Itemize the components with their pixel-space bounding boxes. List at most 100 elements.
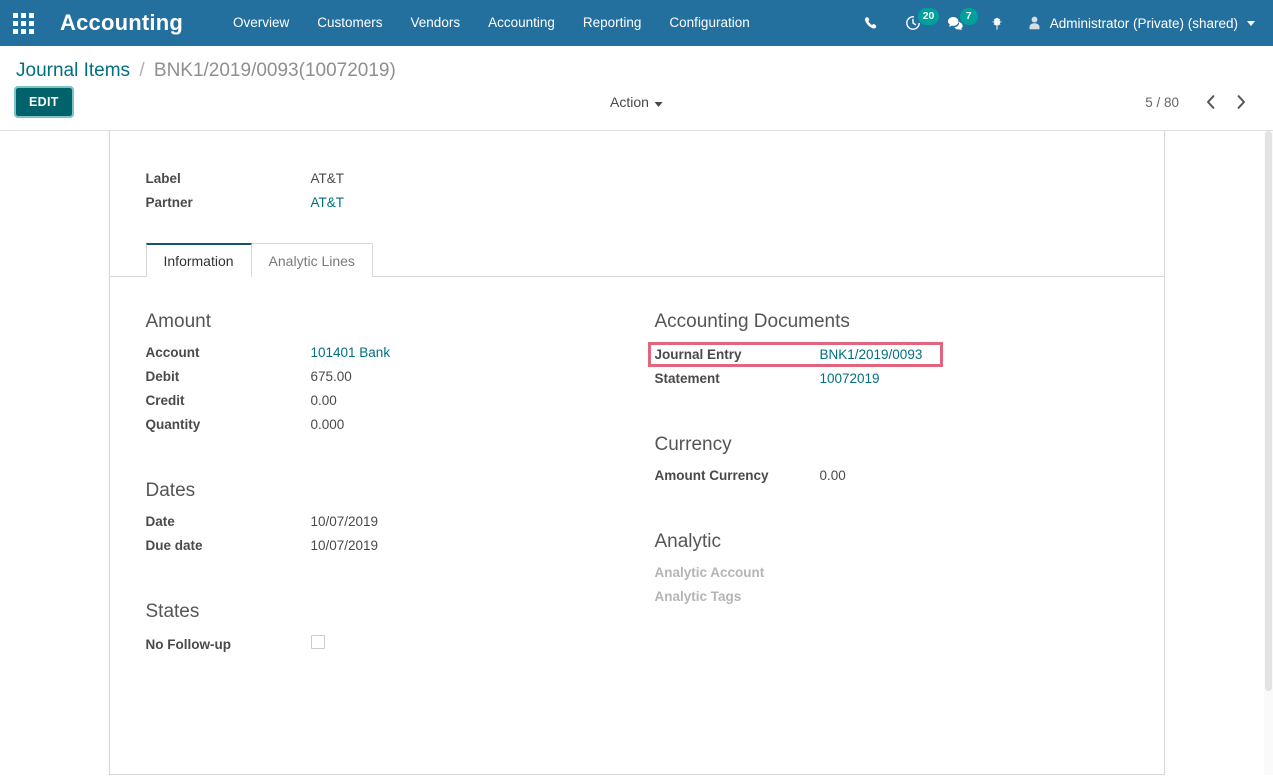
phone-button[interactable] [851, 0, 892, 46]
user-menu-button[interactable]: Administrator (Private) (shared) [1017, 0, 1263, 46]
date-field-label: Date [145, 514, 175, 529]
journal-entry-field-value[interactable]: BNK1/2019/0093 [820, 347, 923, 362]
group-accounting-documents: Accounting Documents Journal Entry BNK1/… [647, 311, 1108, 386]
breadcrumb-journal-items[interactable]: Journal Items [16, 60, 130, 81]
date-field-value: 10/07/2019 [310, 514, 379, 529]
menu-item-customers[interactable]: Customers [303, 0, 396, 46]
analytic-tags-field-label: Analytic Tags [654, 589, 742, 604]
group-title-states: States [145, 601, 200, 622]
due-date-field-label: Due date [145, 538, 203, 553]
group-title-amount: Amount [145, 311, 211, 332]
account-field-value[interactable]: 101401 Bank [311, 345, 391, 360]
pager-counter: 5 / 80 [1145, 94, 1179, 110]
menu-item-accounting[interactable]: Accounting [474, 0, 569, 46]
field-row-no-followup: No Follow-up [146, 635, 617, 652]
group-currency: Currency Amount Currency 0.00 [655, 434, 1108, 483]
statement-field-value[interactable]: 10072019 [820, 371, 880, 386]
field-row-journal-entry-highlighted: Journal Entry BNK1/2019/0093 [647, 342, 943, 367]
apps-grid-icon [12, 12, 34, 34]
top-navbar: Accounting Overview Customers Vendors Ac… [0, 0, 1273, 46]
action-dropdown-button[interactable]: Action [610, 94, 663, 110]
credit-field-label: Credit [145, 393, 185, 408]
account-field-label: Account [145, 345, 200, 360]
partner-field-label: Partner [145, 195, 193, 210]
menu-item-overview[interactable]: Overview [219, 0, 303, 46]
navbar-right-group: 20 7 Administrator (Private) (shared) [851, 0, 1273, 46]
field-row-analytic-account: Analytic Account [655, 565, 1108, 580]
menu-item-vendors[interactable]: Vendors [397, 0, 475, 46]
chevron-left-icon [1207, 95, 1215, 109]
left-column: Amount Account 101401 Bank Debit 675.00 … [146, 311, 637, 700]
no-followup-field-label: No Follow-up [145, 637, 231, 652]
field-row-due-date: Due date 10/07/2019 [146, 538, 617, 553]
control-panel-buttons: EDIT Action 5 / 80 [14, 86, 1257, 130]
vertical-scrollbar-thumb[interactable] [1265, 131, 1272, 691]
menu-item-reporting[interactable]: Reporting [569, 0, 656, 46]
main-menu: Overview Customers Vendors Accounting Re… [219, 0, 764, 46]
avatar-icon [1029, 16, 1040, 30]
due-date-field-value: 10/07/2019 [310, 538, 379, 553]
tab-analytic-lines[interactable]: Analytic Lines [250, 243, 373, 277]
credit-field-value: 0.00 [310, 393, 337, 408]
debit-field-label: Debit [145, 369, 180, 384]
pager-previous-button[interactable] [1195, 94, 1226, 110]
message-count-badge: 7 [959, 8, 978, 25]
menu-item-configuration[interactable]: Configuration [655, 0, 763, 46]
journal-entry-field-label: Journal Entry [654, 347, 742, 362]
action-dropdown-label: Action [610, 94, 649, 110]
pager-next-button[interactable] [1226, 94, 1257, 110]
field-row-partner: Partner AT&T [146, 195, 1128, 210]
bug-icon [992, 17, 1002, 30]
amount-currency-field-value: 0.00 [819, 468, 846, 483]
field-row-quantity: Quantity 0.000 [146, 417, 617, 432]
quantity-field-value: 0.000 [310, 417, 345, 432]
label-field-label: Label [145, 171, 181, 186]
group-states: States No Follow-up [146, 601, 617, 652]
partner-field-value[interactable]: AT&T [311, 195, 345, 210]
chevron-right-icon [1237, 95, 1245, 109]
label-field-value: AT&T [310, 171, 345, 186]
messaging-menu-button[interactable]: 7 [934, 0, 978, 46]
field-row-credit: Credit 0.00 [146, 393, 617, 408]
field-row-analytic-tags: Analytic Tags [655, 589, 1108, 604]
field-row-debit: Debit 675.00 [146, 369, 617, 384]
apps-launcher-button[interactable] [0, 0, 46, 46]
field-row-date: Date 10/07/2019 [146, 514, 617, 529]
pager: 5 / 80 [1145, 94, 1257, 110]
tab-information[interactable]: Information [145, 243, 252, 277]
debit-field-value: 675.00 [310, 369, 352, 384]
amount-currency-field-label: Amount Currency [654, 468, 769, 483]
group-title-currency: Currency [654, 434, 732, 455]
breadcrumb-separator: / [139, 60, 145, 81]
field-row-account: Account 101401 Bank [146, 345, 617, 360]
group-analytic: Analytic Analytic Account Analytic Tags [655, 531, 1108, 604]
group-amount: Amount Account 101401 Bank Debit 675.00 … [146, 311, 617, 432]
edit-button[interactable]: EDIT [14, 86, 74, 118]
field-row-statement: Statement 10072019 [655, 371, 1108, 386]
group-dates: Dates Date 10/07/2019 Due date 10/07/201… [146, 480, 617, 553]
control-panel: Journal Items / BNK1/2019/0093(10072019)… [0, 46, 1273, 131]
phone-icon [864, 16, 876, 29]
app-brand-title[interactable]: Accounting [60, 10, 183, 36]
group-title-accounting-documents: Accounting Documents [654, 311, 850, 332]
breadcrumb: Journal Items / BNK1/2019/0093(10072019) [16, 46, 1257, 86]
right-column: Accounting Documents Journal Entry BNK1/… [637, 311, 1128, 700]
notebook-tabs: Information Analytic Lines [109, 242, 1164, 277]
activity-menu-button[interactable]: 20 [892, 0, 940, 46]
sheet-wrapper: Label AT&T Partner AT&T Information Anal… [0, 131, 1273, 775]
no-followup-checkbox[interactable] [310, 635, 325, 649]
analytic-account-field-label: Analytic Account [654, 565, 765, 580]
form-view-area: Label AT&T Partner AT&T Information Anal… [0, 131, 1273, 775]
statement-field-label: Statement [654, 371, 720, 386]
header-fields-group: Label AT&T Partner AT&T [146, 171, 1128, 210]
quantity-field-label: Quantity [145, 417, 201, 432]
user-name-label: Administrator (Private) (shared) [1049, 15, 1238, 31]
breadcrumb-current-record: BNK1/2019/0093(10072019) [153, 60, 396, 81]
vertical-scrollbar-track[interactable] [1264, 131, 1273, 775]
group-title-dates: Dates [145, 480, 196, 501]
field-row-amount-currency: Amount Currency 0.00 [655, 468, 1108, 483]
form-sheet: Label AT&T Partner AT&T Information Anal… [108, 131, 1165, 775]
group-title-analytic: Analytic [654, 531, 722, 552]
debug-menu-button[interactable] [977, 0, 1017, 46]
chevron-down-icon [654, 102, 663, 107]
